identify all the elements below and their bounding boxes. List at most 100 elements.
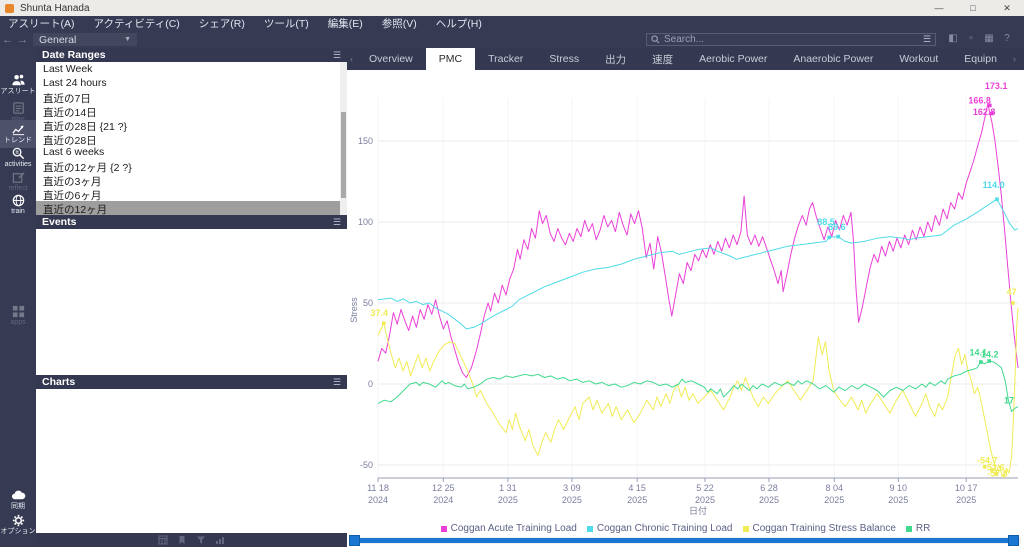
tab-aerobic-power[interactable]: Aerobic Power: [686, 48, 780, 70]
add-chart-button[interactable]: +: [1019, 53, 1024, 65]
legend-item[interactable]: Coggan Chronic Training Load: [587, 523, 733, 534]
date-range-item[interactable]: 直近の12ヶ月: [36, 201, 340, 215]
data-point-marker: [987, 359, 991, 363]
back-button[interactable]: ←: [0, 34, 15, 46]
x-tick-label: 8 04: [826, 483, 844, 493]
events-list[interactable]: [36, 229, 347, 375]
chart-panel: ‹ OverviewPMCTrackerStress出力速度Aerobic Po…: [347, 48, 1024, 547]
bookmark-icon[interactable]: [177, 535, 187, 545]
menu-item[interactable]: ツール(T): [264, 16, 309, 31]
x-tick-label: 11 18: [367, 483, 389, 493]
sidebar-item-trends[interactable]: トレンド: [0, 120, 36, 148]
x-tick-label-year: 2025: [562, 495, 582, 505]
x-tick-label-year: 2024: [368, 495, 388, 505]
date-range-item[interactable]: Last 6 weeks: [36, 145, 340, 159]
x-tick-label: 9 10: [890, 483, 908, 493]
sidebar-item-options[interactable]: オプション: [0, 513, 36, 539]
menu-item[interactable]: アスリート(A): [8, 16, 75, 31]
sidebar-item-athlete[interactable]: アスリート: [0, 73, 36, 99]
date-ranges-menu-icon[interactable]: ☰: [333, 50, 341, 61]
date-range-item[interactable]: 直近の7日: [36, 90, 340, 104]
date-range-item[interactable]: 直近の6ヶ月: [36, 187, 340, 201]
date-range-item[interactable]: 直近の28日 {21 ?}: [36, 118, 340, 132]
legend-item[interactable]: RR: [906, 523, 930, 534]
x-tick-label-year: 2025: [759, 495, 779, 505]
perspective-select[interactable]: General ▼: [33, 33, 137, 46]
menu-item[interactable]: アクティビティ(C): [94, 16, 180, 31]
toggle-lowbar-icon[interactable]: ▫: [964, 33, 978, 46]
data-point-label: 89.6: [828, 222, 846, 232]
calendar-icon[interactable]: [158, 535, 168, 545]
x-tick-label: 1 31: [499, 483, 517, 493]
date-range-item[interactable]: Last 24 hours: [36, 76, 340, 90]
tab--[interactable]: 速度: [639, 48, 686, 70]
pmc-chart-canvas[interactable]: 150100500-50Stress11 18202412 2520241 31…: [347, 70, 1024, 520]
date-slider-handle-right[interactable]: [1008, 535, 1019, 546]
legend-swatch: [743, 526, 749, 532]
sidebar-item-label: activities: [0, 161, 36, 169]
tab-scroll-left-icon[interactable]: ‹: [347, 54, 356, 64]
date-range-item[interactable]: 直近の12ヶ月 {2 ?}: [36, 159, 340, 173]
tab-anaerobic-power[interactable]: Anaerobic Power: [780, 48, 886, 70]
filter-icon[interactable]: [196, 535, 206, 545]
minimize-button[interactable]: —: [922, 0, 956, 16]
legend-swatch: [441, 526, 447, 532]
tab--[interactable]: 出力: [592, 48, 639, 70]
title-bar: Shunta Hanada — □ ✕: [0, 0, 1024, 16]
date-range-item[interactable]: Last Week: [36, 62, 340, 76]
help-icon[interactable]: ?: [1000, 33, 1014, 46]
tab-workout[interactable]: Workout: [886, 48, 951, 70]
apps-icon: [11, 304, 26, 319]
tab-overview[interactable]: Overview: [356, 48, 426, 70]
y-tick-label: 50: [363, 298, 373, 308]
legend-item[interactable]: Coggan Training Stress Balance: [743, 523, 896, 534]
date-slider-bar[interactable]: [352, 538, 1015, 543]
maximize-button[interactable]: □: [956, 0, 990, 16]
toggle-sidebar-icon[interactable]: ◧: [946, 33, 960, 46]
tab-stress[interactable]: Stress: [536, 48, 592, 70]
y-tick-label: 100: [358, 217, 373, 227]
scrollbar-thumb[interactable]: [341, 112, 346, 198]
date-range-item[interactable]: 直近の3ヶ月: [36, 173, 340, 187]
x-tick-label: 5 22: [696, 483, 714, 493]
events-menu-icon[interactable]: ☰: [333, 217, 341, 228]
chevron-down-icon: ▼: [124, 36, 131, 43]
sidebar-item-label: apps: [0, 319, 36, 327]
menu-item[interactable]: ヘルプ(H): [436, 16, 482, 31]
menu-item[interactable]: シェア(R): [199, 16, 245, 31]
date-range-item[interactable]: 直近の28日: [36, 132, 340, 146]
tile-view-icon[interactable]: ▦: [982, 33, 996, 46]
close-button[interactable]: ✕: [990, 0, 1024, 16]
search-placeholder: Search...: [664, 34, 704, 45]
tab-tracker[interactable]: Tracker: [475, 48, 536, 70]
charts-title: Charts: [42, 376, 75, 388]
date-slider-handle-left[interactable]: [349, 535, 360, 546]
left-panel: Date Ranges ☰ Last WeekLast 24 hours直近の7…: [36, 48, 347, 547]
pmc-chart-area[interactable]: 150100500-50Stress11 18202412 2520241 31…: [347, 70, 1024, 547]
x-tick-label-year: 2025: [956, 495, 976, 505]
sidebar-item-label: reflect: [0, 185, 36, 193]
date-range-item[interactable]: 直近の14日: [36, 104, 340, 118]
legend-label: Coggan Acute Training Load: [451, 523, 577, 534]
menu-item[interactable]: 編集(E): [328, 16, 363, 31]
sidebar-item-sync[interactable]: 同期: [0, 488, 36, 514]
legend-item[interactable]: Coggan Acute Training Load: [441, 523, 577, 534]
sidebar-item-activities[interactable]: activities: [0, 146, 36, 172]
search-menu-icon[interactable]: ☰: [923, 34, 931, 45]
options-icon: [11, 513, 26, 528]
forward-button[interactable]: →: [15, 34, 30, 46]
menu-item[interactable]: 参照(V): [382, 16, 417, 31]
charts-list[interactable]: [36, 389, 347, 533]
tab-equipn[interactable]: Equipn: [951, 48, 1010, 70]
legend-label: Coggan Training Stress Balance: [753, 523, 896, 534]
chart-icon[interactable]: [215, 535, 226, 545]
app-sidebar: アスリートplanトレンドactivitiesreflecttrainapps同…: [0, 48, 36, 547]
sidebar-item-train[interactable]: train: [0, 193, 36, 219]
legend-label: Coggan Chronic Training Load: [597, 523, 733, 534]
search-input[interactable]: Search... ☰: [646, 33, 936, 46]
tab-pmc[interactable]: PMC: [426, 48, 475, 70]
tab-scroll-right-icon[interactable]: ›: [1010, 54, 1019, 64]
date-ranges-scrollbar[interactable]: [340, 62, 347, 215]
charts-menu-icon[interactable]: ☰: [333, 377, 341, 388]
sidebar-item-apps[interactable]: apps: [0, 304, 36, 330]
